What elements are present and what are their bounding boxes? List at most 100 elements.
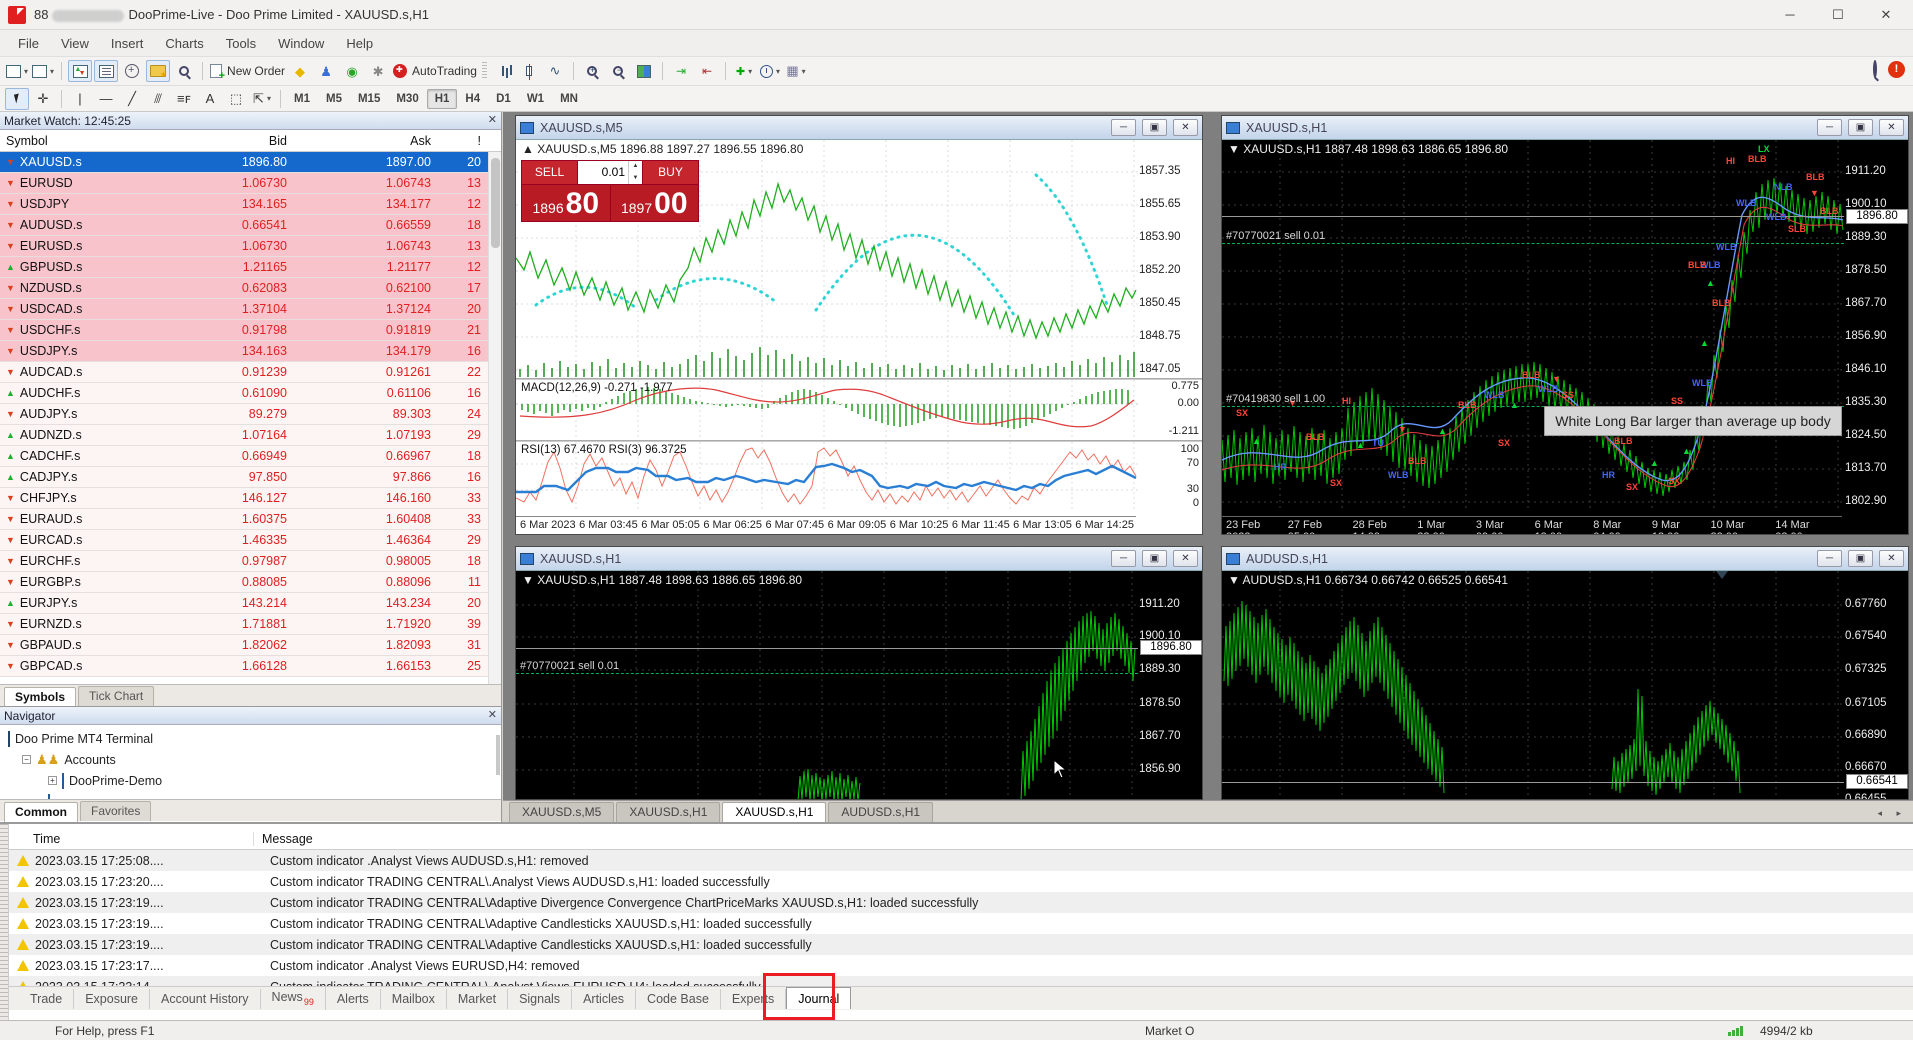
chart-window-titlebar[interactable]: AUDUSD.s,H1 ─ ▣ ✕ [1222,547,1908,571]
column-bid[interactable]: Bid [173,134,293,148]
chart-window-titlebar[interactable]: XAUUSD.s,H1 ─ ▣ ✕ [1222,116,1908,140]
market-watch-close-icon[interactable]: ✕ [488,113,497,126]
market-watch-row[interactable]: ▼AUDCAD.s 0.91239 0.91261 22 [0,362,501,383]
autotrading-button[interactable]: AutoTrading [392,60,478,82]
chart-restore-button[interactable]: ▣ [1848,550,1873,567]
metaeditor-button[interactable]: ◆ [288,60,312,82]
navigator-header[interactable]: Navigator ✕ [0,707,501,725]
chart-minimize-button[interactable]: ─ [1817,550,1842,567]
timeframe-button[interactable]: M5 [318,89,350,109]
column-message[interactable]: Message [254,832,313,846]
market-watch-row[interactable]: ▼EURNZD.s 1.71881 1.71920 39 [0,614,501,635]
journal-row[interactable]: 2023.03.15 17:25:08.... Custom indicator… [9,850,1913,871]
market-watch-row[interactable]: ▼EURCHF.s 0.97987 0.98005 18 [0,551,501,572]
terminal-tab[interactable]: Alerts [326,989,381,1009]
terminal-tab[interactable]: News99 [261,987,326,1010]
chart-tab[interactable]: XAUUSD.s,H1 [616,802,720,822]
navigator-tree-item[interactable]: − ♟♟ Accounts [0,749,501,770]
volume-up-icon[interactable]: ▲ [628,161,642,173]
new-order-button[interactable]: New Order [209,60,286,82]
menu-item[interactable]: Charts [155,32,213,55]
expert-advisors-button[interactable]: ♟ [314,60,338,82]
chart-close-button[interactable]: ✕ [1879,119,1904,136]
column-symbol[interactable]: Symbol [0,134,173,148]
terminal-tab[interactable]: Code Base [636,989,721,1009]
menu-item[interactable]: Tools [216,32,266,55]
menu-item[interactable]: Help [336,32,383,55]
market-watch-row[interactable]: ▲CADJPY.s 97.850 97.866 16 [0,467,501,488]
chart-restore-button[interactable]: ▣ [1848,119,1873,136]
chart-minimize-button[interactable]: ─ [1817,119,1842,136]
chart-window-titlebar[interactable]: XAUUSD.s,M5 ─ ▣ ✕ [516,116,1202,140]
search-button[interactable] [1873,62,1877,76]
market-watch-row[interactable]: ▼USDCAD.s 1.37104 1.37124 20 [0,299,501,320]
trendline-tool[interactable]: ╱ [120,88,144,110]
data-window-toggle[interactable] [94,60,118,82]
text-tool[interactable]: A [198,88,222,110]
chart-window-xauusd-h1-top[interactable]: XAUUSD.s,H1 ─ ▣ ✕ ▼ XAUUSD.s,H1 1887.48 … [1221,115,1909,535]
market-watch-row[interactable]: ▼USDCHF.s 0.91798 0.91819 21 [0,320,501,341]
market-watch-row[interactable]: ▼AUDUSD.s 0.66541 0.66559 18 [0,215,501,236]
order-line[interactable]: #70770021 sell 0.01 [1222,243,1844,244]
arrows-tool-button[interactable]: ⇱▾ [250,88,274,110]
chart-restore-button[interactable]: ▣ [1142,119,1167,136]
market-watch-row[interactable]: ▼EURUSD.s 1.06730 1.06743 13 [0,236,501,257]
chart-window-titlebar[interactable]: XAUUSD.s,H1 ─ ▣ ✕ [516,547,1202,571]
market-watch-row[interactable]: ▲CADCHF.s 0.66949 0.66967 18 [0,446,501,467]
navigator-tab[interactable]: Favorites [80,801,151,821]
options-button[interactable]: ✱ [366,60,390,82]
terminal-drag-handle[interactable] [0,824,9,1020]
journal-row[interactable]: 2023.03.15 17:23:19.... Custom indicator… [9,913,1913,934]
navigator-toggle[interactable] [120,60,144,82]
order-line[interactable]: #70770021 sell 0.01 [516,673,1138,674]
terminal-tab[interactable]: Mailbox [381,989,447,1009]
market-watch-row[interactable]: ▼USDJPY 134.165 134.177 12 [0,194,501,215]
chart-close-button[interactable]: ✕ [1879,550,1904,567]
buy-button[interactable]: BUY [643,161,698,184]
market-watch-row[interactable]: ▲EURJPY.s 143.214 143.234 20 [0,593,501,614]
market-watch-row[interactable]: ▼NZDUSD.s 0.62083 0.62100 17 [0,278,501,299]
chart-tab[interactable]: XAUUSD.s,H1 [722,802,826,822]
window-minimize-button[interactable]: ─ [1767,0,1813,30]
terminal-tab[interactable]: Trade [19,989,74,1009]
periods-button[interactable]: ▾ [758,60,782,82]
timeframe-button[interactable]: W1 [519,89,552,109]
chart-minimize-button[interactable]: ─ [1111,119,1136,136]
navigator-close-icon[interactable]: ✕ [488,708,497,721]
journal-row[interactable]: 2023.03.15 17:23:17.... Custom indicator… [9,955,1913,976]
column-spread[interactable]: ! [437,134,487,148]
market-watch-row[interactable]: ▼USDJPY.s 134.163 134.179 16 [0,341,501,362]
market-watch-row[interactable]: ▼GBPCAD.s 1.66128 1.66153 25 [0,656,501,677]
chart-close-button[interactable]: ✕ [1173,119,1198,136]
navigator-tree-item[interactable]: + DooPrime-Demo [0,770,501,791]
channel-tool[interactable]: ⫻ [146,88,170,110]
horizontal-line-tool[interactable]: — [94,88,118,110]
navigator-tree-item[interactable] [0,791,501,799]
chart-window-audusd-h1[interactable]: AUDUSD.s,H1 ─ ▣ ✕ ▼ AUDUSD.s,H1 0.66734 … [1221,546,1909,800]
sell-button[interactable]: SELL [522,161,577,184]
indicators-button[interactable]: ▾ [732,60,756,82]
zoom-out-button[interactable] [606,60,630,82]
notification-icon[interactable]: ! [1888,61,1905,78]
bar-chart-button[interactable] [491,60,515,82]
navigator-tab[interactable]: Common [4,802,78,822]
market-watch-row[interactable]: ▼EURGBP.s 0.88085 0.88096 11 [0,572,501,593]
column-time[interactable]: Time [9,832,254,846]
terminal-tab[interactable]: Account History [150,989,261,1009]
templates-button[interactable]: ▾ [784,60,808,82]
timeframe-button[interactable]: H1 [427,89,458,109]
fibonacci-tool[interactable]: ≡ꜰ [172,88,196,110]
window-maximize-button[interactable]: ☐ [1815,0,1861,30]
new-chart-button[interactable]: ▾ [5,60,29,82]
timeframe-button[interactable]: M1 [286,89,318,109]
chart-close-button[interactable]: ✕ [1173,550,1198,567]
journal-row[interactable]: 2023.03.15 17:23:19.... Custom indicator… [9,934,1913,955]
market-watch-row[interactable]: ▲AUDNZD.s 1.07164 1.07193 29 [0,425,501,446]
timeframe-button[interactable]: H4 [457,89,488,109]
volume-stepper[interactable]: 0.01 ▲▼ [577,161,643,184]
sounds-button[interactable]: ◉ [340,60,364,82]
chart-restore-button[interactable]: ▣ [1142,550,1167,567]
journal-row[interactable]: 2023.03.15 17:23:20.... Custom indicator… [9,871,1913,892]
candlestick-chart-button[interactable] [517,60,541,82]
market-watch-row[interactable]: ▼EURUSD 1.06730 1.06743 13 [0,173,501,194]
